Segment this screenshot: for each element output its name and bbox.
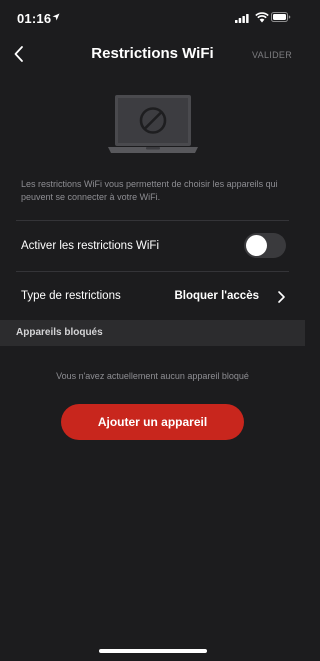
description-text: Les restrictions WiFi vous permettent de… bbox=[21, 179, 278, 202]
restriction-type-value: Bloquer l'accès bbox=[174, 290, 259, 302]
add-device-button[interactable]: Ajouter un appareil bbox=[61, 404, 244, 440]
navigation-bar: Restrictions WiFi VALIDER bbox=[0, 36, 305, 74]
enable-restrictions-toggle[interactable] bbox=[244, 233, 286, 258]
validate-button[interactable]: VALIDER bbox=[252, 50, 292, 60]
status-bar: 01:16 bbox=[0, 0, 305, 36]
restriction-type-label: Type de restrictions bbox=[21, 290, 121, 302]
empty-state-text: Vous n'avez actuellement aucun appareil … bbox=[56, 371, 249, 381]
location-arrow-icon bbox=[52, 13, 60, 21]
wifi-icon bbox=[255, 12, 269, 23]
toggle-knob bbox=[246, 235, 267, 256]
cellular-signal-icon bbox=[235, 14, 249, 23]
laptop-blocked-icon bbox=[108, 95, 198, 153]
restriction-type-row[interactable]: Type de restrictions Bloquer l'accès bbox=[0, 272, 305, 322]
battery-icon bbox=[271, 12, 291, 22]
section-header-label: Appareils bloqués bbox=[16, 327, 103, 338]
blocked-devices-section-header: Appareils bloqués bbox=[0, 320, 305, 346]
enable-restrictions-label: Activer les restrictions WiFi bbox=[21, 240, 160, 252]
chevron-right-icon bbox=[278, 291, 285, 303]
status-time: 01:16 bbox=[17, 11, 52, 26]
enable-restrictions-row: Activer les restrictions WiFi bbox=[0, 221, 305, 271]
home-indicator bbox=[99, 649, 207, 653]
